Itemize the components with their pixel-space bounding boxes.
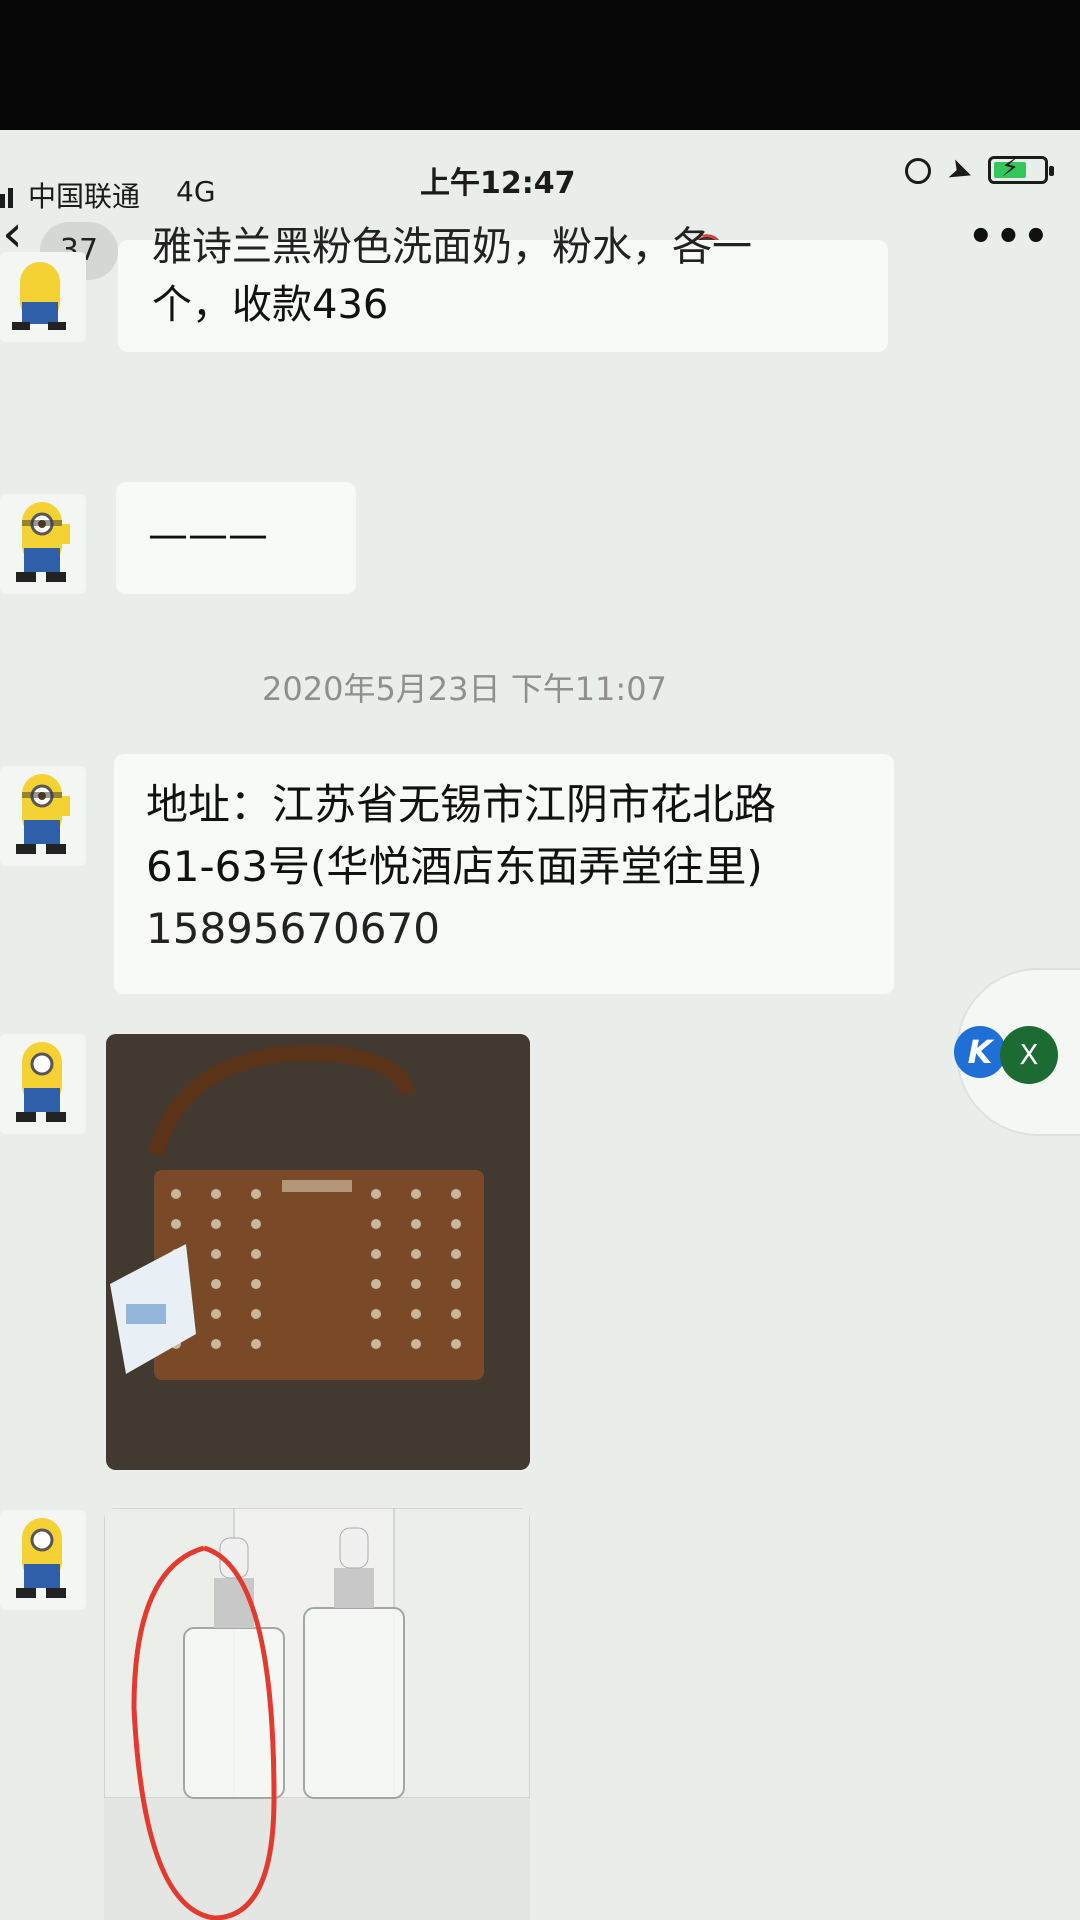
message-bubble[interactable]: 雅诗兰黑粉色洗面奶，粉水，各一 个，收款436	[118, 224, 888, 352]
close-widget-icon[interactable]: X	[1000, 1026, 1058, 1084]
message-bubble[interactable]: ———	[116, 482, 356, 594]
phone-number[interactable]: 15895670670	[146, 898, 894, 960]
k-app-icon[interactable]: K	[954, 1026, 1006, 1078]
more-options-icon[interactable]: •••	[968, 214, 1051, 260]
handbag-photo[interactable]	[106, 1034, 530, 1470]
avatar[interactable]	[0, 494, 86, 594]
avatar[interactable]	[0, 766, 86, 866]
status-bar: 中国联通 4G 上午12:47 ➤ ⚡	[0, 130, 1080, 213]
chat-screen: 中国联通 4G 上午12:47 ➤ ⚡ ‹ 37 ￥￥￥地址汇(11) 🔕 ••…	[0, 130, 1080, 1920]
avatar[interactable]	[0, 1034, 86, 1134]
address-line: 地址：江苏省无锡市江阴市花北路	[146, 780, 777, 829]
location-icon: ➤	[942, 150, 979, 193]
camera-dark-border	[0, 0, 1080, 150]
message-text: 雅诗兰黑粉色洗面奶，粉水，各一	[152, 224, 752, 270]
battery-icon: ⚡	[988, 153, 1054, 184]
status-time: 上午12:47	[420, 166, 576, 201]
message-text: ———	[148, 512, 268, 558]
message-text: 个，收款436	[152, 282, 389, 328]
message-bubble[interactable]: 地址：江苏省无锡市江阴市花北路 61-63号(华悦酒店东面弄堂往里) 15895…	[114, 754, 894, 994]
avatar[interactable]	[0, 252, 86, 342]
avatar[interactable]	[0, 1510, 86, 1610]
message-timestamp: 2020年5月23日 下午11:07	[262, 670, 667, 708]
skincare-photo[interactable]	[104, 1508, 530, 1920]
rotation-lock-icon	[905, 158, 931, 184]
address-line: 61-63号(华悦酒店东面弄堂往里)	[146, 842, 763, 891]
